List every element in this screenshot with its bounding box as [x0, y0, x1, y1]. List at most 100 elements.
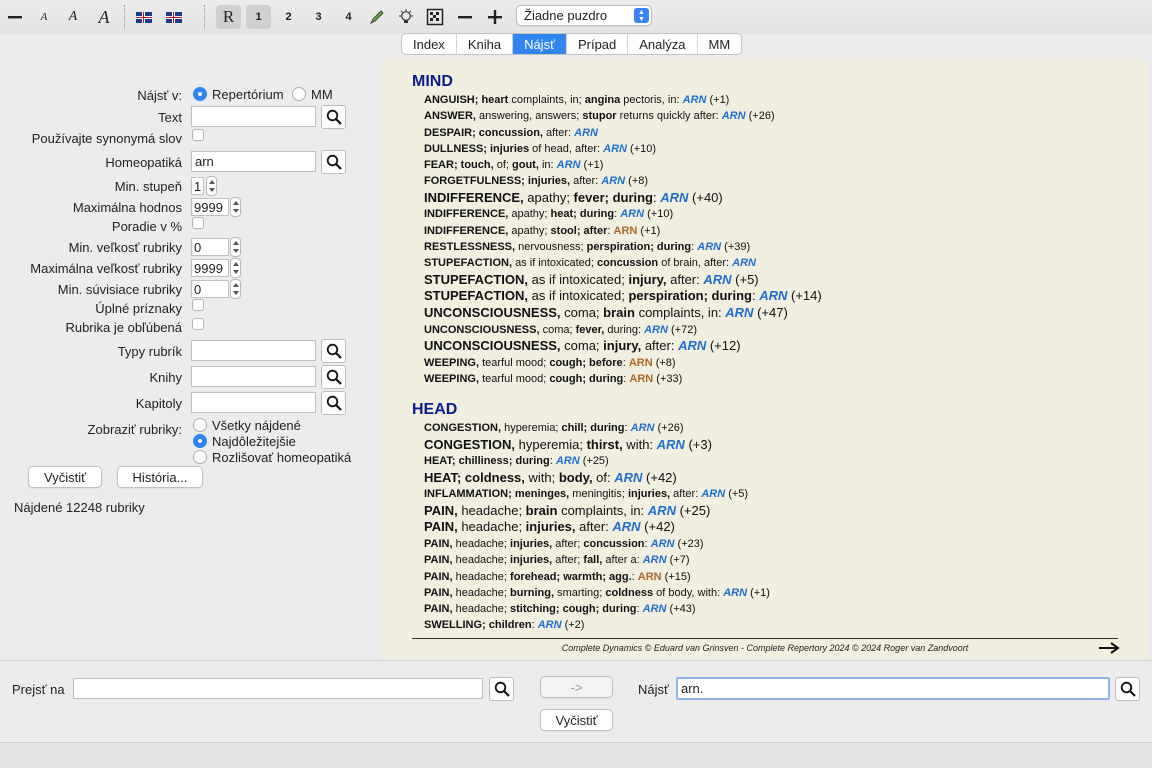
- remedy-link[interactable]: ARN: [678, 338, 706, 353]
- rubric-row[interactable]: DESPAIR; concussion, after: ARN: [424, 125, 1148, 141]
- history-button[interactable]: História...: [117, 466, 203, 488]
- chapters-search-button[interactable]: [321, 391, 346, 415]
- clear-find-button[interactable]: Vyčistiť: [540, 709, 613, 731]
- tab-analysis[interactable]: Analýza: [628, 34, 698, 54]
- rubric-row[interactable]: UNCONSCIOUSNESS, coma; fever, during: AR…: [424, 322, 1148, 338]
- remedy-link[interactable]: ARN: [643, 554, 667, 566]
- remedy-link[interactable]: ARN: [683, 94, 707, 106]
- rubric-types-search-button[interactable]: [321, 339, 346, 363]
- remedy-link[interactable]: ARN: [660, 190, 688, 205]
- grid-icon[interactable]: [424, 5, 446, 29]
- grade-3-button[interactable]: 3: [306, 5, 331, 29]
- remedy-link[interactable]: ARN: [629, 373, 653, 385]
- remedy-link[interactable]: ARN: [601, 175, 625, 187]
- rubric-row[interactable]: STUPEFACTION, as if intoxicated; perspir…: [424, 288, 1148, 305]
- tab-book[interactable]: Kniha: [457, 34, 514, 54]
- goto-search-button[interactable]: [489, 677, 514, 701]
- plus-icon[interactable]: [484, 5, 506, 29]
- remedy-link[interactable]: ARN: [697, 241, 721, 253]
- repertory-radio[interactable]: [193, 87, 207, 101]
- rubric-row[interactable]: PAIN, headache; brain complaints, in: AR…: [424, 503, 1148, 520]
- find-search-button[interactable]: [1115, 677, 1140, 701]
- rubric-row[interactable]: INFLAMMATION; meninges, meningitis; inju…: [424, 486, 1148, 502]
- chapter-heading[interactable]: HEAD: [412, 401, 1148, 420]
- remedy-link[interactable]: ARN: [644, 324, 668, 336]
- rubric-row[interactable]: SWELLING; children: ARN (+2): [424, 617, 1148, 633]
- remedy-link[interactable]: ARN: [722, 110, 746, 122]
- english-flag-2-icon[interactable]: [164, 5, 184, 29]
- remedy-link[interactable]: ARN: [612, 519, 640, 534]
- remedy-link[interactable]: ARN: [723, 587, 747, 599]
- rubric-row[interactable]: UNCONSCIOUSNESS, coma; injury, after: AR…: [424, 338, 1148, 355]
- find-input[interactable]: arn.: [676, 677, 1110, 700]
- remedy-input[interactable]: arn: [191, 151, 316, 172]
- rubric-row[interactable]: HEAT; chilliness; during: ARN (+25): [424, 453, 1148, 469]
- rubric-types-input[interactable]: [191, 340, 316, 361]
- remedy-link[interactable]: ARN: [556, 455, 580, 467]
- remedy-link[interactable]: ARN: [701, 488, 725, 500]
- remedy-link[interactable]: ARN: [620, 208, 644, 220]
- rubric-row[interactable]: HEAT; coldness, with; body, of: ARN (+42…: [424, 470, 1148, 487]
- rubric-row[interactable]: PAIN, headache; injuries, after; fall, a…: [424, 552, 1148, 568]
- highlighter-icon[interactable]: [366, 5, 388, 29]
- order-pct-checkbox[interactable]: [192, 217, 204, 229]
- remedy-link[interactable]: ARN: [614, 225, 638, 237]
- full-symptoms-checkbox[interactable]: [192, 299, 204, 311]
- chapter-heading[interactable]: MIND: [412, 73, 1148, 92]
- font-large-button[interactable]: A: [92, 5, 116, 29]
- clear-form-button[interactable]: Vyčistiť: [28, 466, 102, 488]
- favourite-checkbox[interactable]: [192, 318, 204, 330]
- rubric-row[interactable]: CONGESTION, hyperemia; chill; during: AR…: [424, 420, 1148, 436]
- grade-2-button[interactable]: 2: [276, 5, 301, 29]
- remedy-link[interactable]: ARN: [648, 503, 676, 518]
- rubric-row[interactable]: UNCONSCIOUSNESS, coma; brain complaints,…: [424, 305, 1148, 322]
- remedy-link[interactable]: ARN: [631, 422, 655, 434]
- remedy-link[interactable]: ARN: [557, 159, 581, 171]
- remedy-link[interactable]: ARN: [629, 357, 653, 369]
- remedy-search-button[interactable]: [321, 150, 346, 174]
- text-input[interactable]: [191, 106, 316, 127]
- books-input[interactable]: [191, 366, 316, 387]
- remedy-link[interactable]: ARN: [651, 538, 675, 550]
- rubric-row[interactable]: ANSWER, answering, answers; stupor retur…: [424, 108, 1148, 124]
- rubric-row[interactable]: ANGUISH; heart complaints, in; angina pe…: [424, 92, 1148, 108]
- max-rubric-size-input[interactable]: 9999: [191, 259, 229, 277]
- rubric-row[interactable]: PAIN, headache; forehead; warmth; agg.: …: [424, 569, 1148, 585]
- rubric-row[interactable]: STUPEFACTION, as if intoxicated; concuss…: [424, 255, 1148, 271]
- minus-icon[interactable]: [454, 5, 476, 29]
- english-flag-icon[interactable]: [134, 5, 154, 29]
- rubric-row[interactable]: PAIN, headache; stitching; cough; during…: [424, 601, 1148, 617]
- chapters-input[interactable]: [191, 392, 316, 413]
- remedy-link[interactable]: ARN: [725, 305, 753, 320]
- remedy-link[interactable]: ARN: [643, 603, 667, 615]
- rubric-row[interactable]: INDIFFERENCE, apathy; stool; after: ARN …: [424, 223, 1148, 239]
- books-search-button[interactable]: [321, 365, 346, 389]
- text-search-button[interactable]: [321, 105, 346, 129]
- min-related-input[interactable]: 0: [191, 280, 229, 298]
- min-rubric-size-input[interactable]: 0: [191, 238, 229, 256]
- min-related-stepper[interactable]: [230, 279, 241, 299]
- rubric-row[interactable]: WEEPING, tearful mood; cough; during: AR…: [424, 371, 1148, 387]
- font-medium-button[interactable]: A: [62, 5, 84, 29]
- remedy-link[interactable]: ARN: [603, 143, 627, 155]
- show-distinguish-radio[interactable]: [193, 450, 207, 464]
- rubric-row[interactable]: CONGESTION, hyperemia; thirst, with: ARN…: [424, 437, 1148, 454]
- remedy-link[interactable]: ARN: [759, 288, 787, 303]
- rubric-row[interactable]: FEAR; touch, of; gout, in: ARN (+1): [424, 157, 1148, 173]
- rubric-row[interactable]: FORGETFULNESS; injuries, after: ARN (+8): [424, 173, 1148, 189]
- rubric-row[interactable]: PAIN, headache; burning, smarting; coldn…: [424, 585, 1148, 601]
- show-all-radio[interactable]: [193, 418, 207, 432]
- lightbulb-icon[interactable]: [395, 5, 417, 29]
- remedy-link[interactable]: ARN: [574, 127, 598, 139]
- max-value-stepper[interactable]: [230, 197, 241, 217]
- rubric-row[interactable]: RESTLESSNESS, nervousness; perspiration;…: [424, 239, 1148, 255]
- mm-radio[interactable]: [292, 87, 306, 101]
- min-degree-stepper[interactable]: [206, 176, 217, 196]
- tab-find[interactable]: Nájsť: [513, 34, 567, 54]
- grade-4-button[interactable]: 4: [336, 5, 361, 29]
- zoom-out-icon[interactable]: [4, 5, 26, 29]
- rubric-row[interactable]: WEEPING, tearful mood; cough; before: AR…: [424, 355, 1148, 371]
- repertory-mode-button[interactable]: R: [216, 5, 241, 29]
- min-rubric-size-stepper[interactable]: [230, 237, 241, 257]
- rubric-row[interactable]: PAIN, headache; injuries, after; concuss…: [424, 536, 1148, 552]
